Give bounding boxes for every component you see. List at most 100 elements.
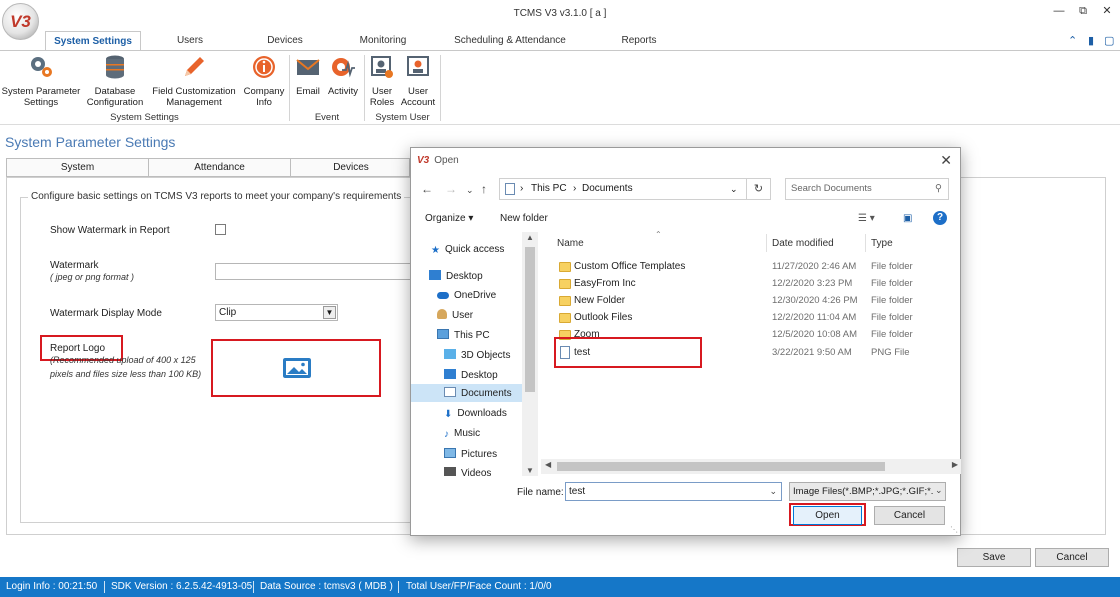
nav-3d-objects[interactable]: 3D Objects — [444, 349, 510, 361]
chevron-down-icon[interactable]: ⌄ — [730, 179, 738, 199]
new-folder-button[interactable]: New folder — [500, 213, 548, 224]
search-input[interactable]: Search Documents ⚲ — [785, 178, 949, 200]
file-row[interactable]: New Folder 12/30/2020 4:26 PM File folder — [557, 293, 947, 310]
chevron-down-icon[interactable]: ⌄ — [466, 185, 474, 196]
nav-label: Downloads — [457, 408, 507, 419]
page-title: System Parameter Settings — [5, 134, 176, 150]
user-roles-button[interactable]: User Roles — [366, 54, 398, 108]
nav-scrollbar[interactable]: ▲ ▼ — [522, 232, 538, 476]
close-icon[interactable]: ✕ — [940, 152, 952, 169]
back-arrow-icon[interactable]: ← — [421, 182, 433, 196]
watermark-mode-select[interactable]: Clip ▼ — [215, 304, 338, 321]
nav-onedrive[interactable]: OneDrive — [437, 290, 496, 301]
file-type-filter[interactable]: Image Files(*.BMP;*.JPG;*.GIF;*. — [789, 482, 946, 501]
button-label: Settings — [23, 97, 59, 108]
tab-scheduling-attendance[interactable]: Scheduling & Attendance — [445, 31, 575, 51]
cloud-icon — [437, 292, 449, 299]
report-logo-hint: pixels and files size less than 100 KB) — [50, 369, 202, 379]
button-label: User — [371, 86, 393, 97]
tab-users[interactable]: Users — [160, 31, 220, 51]
status-divider — [253, 581, 254, 593]
envelope-icon — [296, 59, 320, 75]
view-options-icon[interactable]: ☰ ▾ — [858, 213, 875, 224]
nav-music[interactable]: ♪ Music — [444, 428, 480, 440]
nav-desktop-2[interactable]: Desktop — [444, 369, 498, 381]
office-icon[interactable]: ▢ — [1104, 34, 1114, 47]
watermark-mode-value: Clip — [219, 307, 237, 318]
show-watermark-checkbox[interactable] — [215, 224, 226, 235]
nav-downloads[interactable]: ⬇ Downloads — [444, 408, 507, 420]
address-bar[interactable]: › This PC › Documents ⌄ — [499, 178, 747, 200]
open-button[interactable]: Open — [793, 506, 862, 525]
file-row[interactable]: Custom Office Templates 11/27/2020 2:46 A… — [557, 259, 947, 276]
scroll-thumb[interactable] — [525, 247, 535, 392]
dialog-cancel-button[interactable]: Cancel — [874, 506, 945, 525]
cancel-button[interactable]: Cancel — [1035, 548, 1109, 567]
info-small-icon[interactable]: ▮ — [1088, 34, 1094, 47]
nav-desktop[interactable]: Desktop — [429, 270, 483, 282]
restore-icon[interactable]: ⧉ — [1076, 4, 1090, 18]
preview-pane-icon[interactable]: ▣ — [903, 213, 912, 224]
column-type[interactable]: Type — [871, 238, 893, 249]
column-name[interactable]: Name — [557, 238, 584, 249]
breadcrumb-documents[interactable]: Documents — [582, 179, 633, 199]
nav-videos[interactable]: Videos — [444, 467, 491, 476]
resize-grip-icon[interactable]: ⋱ — [950, 525, 958, 534]
nav-label: This PC — [454, 330, 490, 341]
documents-icon — [444, 387, 456, 397]
tab-devices[interactable]: Devices — [291, 159, 411, 176]
tab-reports[interactable]: Reports — [609, 31, 669, 51]
image-icon — [283, 358, 311, 378]
pencil-icon — [185, 57, 204, 76]
chevron-down-icon[interactable]: ⌄ — [933, 485, 945, 496]
tab-system[interactable]: System — [7, 159, 149, 176]
scroll-left-icon[interactable]: ◀ — [545, 460, 551, 469]
company-info-button[interactable]: Company Info — [240, 54, 288, 108]
activity-button[interactable]: Activity — [324, 54, 362, 97]
tab-system-settings[interactable]: System Settings — [45, 31, 141, 51]
file-name: Custom Office Templates — [574, 261, 686, 272]
file-name-input[interactable]: test ⌄ — [565, 482, 782, 501]
nav-pictures[interactable]: Pictures — [444, 448, 497, 460]
system-parameter-settings-button[interactable]: System Parameter Settings — [0, 54, 82, 108]
close-icon[interactable]: ✕ — [1100, 4, 1114, 18]
nav-this-pc[interactable]: This PC — [437, 329, 490, 341]
chevron-down-icon[interactable]: ⌄ — [769, 483, 777, 500]
report-logo-hint: (Recommended upload of 400 x 125 — [50, 355, 196, 365]
refresh-icon[interactable]: ↻ — [747, 178, 771, 200]
group-label-system-user: System User — [375, 112, 430, 123]
help-icon[interactable]: ? — [933, 211, 947, 225]
organize-button[interactable]: Organize ▾ — [425, 213, 473, 224]
nav-quick-access[interactable]: ★ Quick access — [431, 244, 504, 256]
nav-documents[interactable]: Documents — [411, 384, 522, 402]
file-row[interactable]: Outlook Files 12/2/2020 11:04 AM File fold… — [557, 310, 947, 327]
nav-user[interactable]: User — [437, 309, 473, 321]
user-account-button[interactable]: User Account — [398, 54, 438, 108]
column-date-modified[interactable]: Date modified — [772, 238, 834, 249]
file-row[interactable]: EasyFrom Inc 12/2/2020 3:23 PM File folder — [557, 276, 947, 293]
minimize-icon[interactable]: — — [1052, 4, 1066, 18]
scroll-right-icon[interactable]: ▶ — [952, 460, 958, 469]
tab-devices[interactable]: Devices — [255, 31, 315, 51]
up-arrow-icon[interactable]: ↑ — [481, 182, 487, 196]
collapse-ribbon-icon[interactable]: ⌃ — [1068, 34, 1077, 47]
file-type-filter-value: Image Files(*.BMP;*.JPG;*.GIF;*. — [793, 486, 934, 497]
save-button[interactable]: Save — [957, 548, 1031, 567]
tab-attendance[interactable]: Attendance — [149, 159, 291, 176]
forward-arrow-icon[interactable]: → — [445, 182, 457, 196]
breadcrumb-this-pc[interactable]: This PC — [531, 179, 567, 199]
file-date: 12/30/2020 4:26 PM — [772, 295, 858, 306]
watermark-input[interactable] — [215, 263, 411, 280]
scroll-thumb[interactable] — [557, 462, 885, 471]
scroll-up-icon[interactable]: ▲ — [526, 233, 534, 242]
database-configuration-button[interactable]: Database Configuration — [82, 54, 148, 108]
column-divider — [766, 234, 767, 252]
file-list-scrollbar[interactable]: ◀ ▶ — [541, 459, 961, 474]
tab-monitoring[interactable]: Monitoring — [348, 31, 418, 51]
field-customization-button[interactable]: Field Customization Management — [148, 54, 240, 108]
file-date: 12/2/2020 3:23 PM — [772, 278, 853, 289]
status-divider — [104, 581, 105, 593]
scroll-down-icon[interactable]: ▼ — [526, 466, 534, 475]
file-date: 3/22/2021 9:50 AM — [772, 347, 852, 358]
email-button[interactable]: Email — [292, 54, 324, 97]
